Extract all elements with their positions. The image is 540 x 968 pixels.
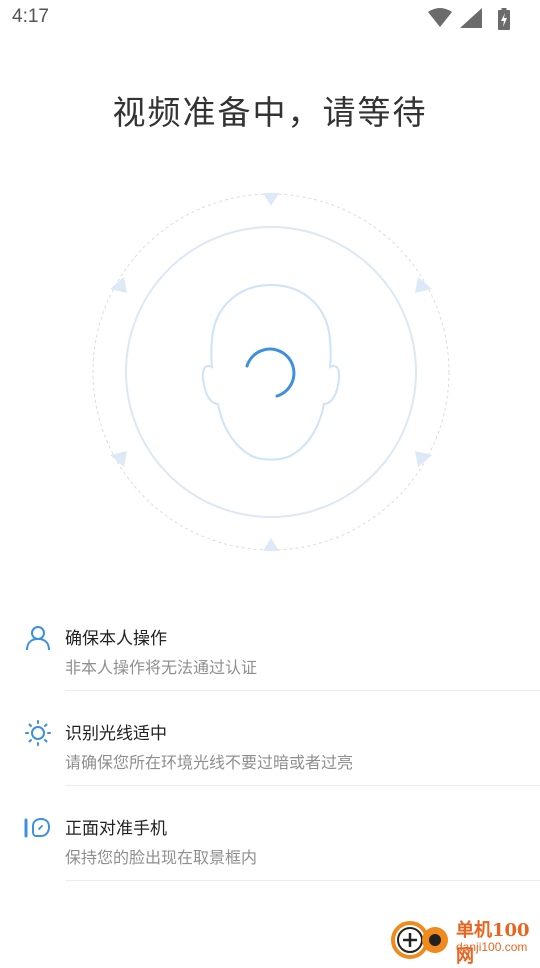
divider <box>65 785 540 786</box>
face-scanner <box>90 191 452 553</box>
tip-item-lighting: 识别光线适中 请确保您所在环境光线不要过暗或者过亮 <box>0 705 540 800</box>
tip-title: 正面对准手机 <box>65 819 167 839</box>
divider <box>65 690 540 691</box>
tip-item-face-phone: 正面对准手机 保持您的脸出现在取景框内 <box>0 800 540 895</box>
person-icon <box>26 626 50 651</box>
page-title: 视频准备中，请等待 <box>112 93 428 132</box>
inner-ring <box>125 226 417 518</box>
outer-dashed-ring <box>92 193 450 551</box>
watermark-url: danji100.com <box>456 940 528 954</box>
cell-signal-icon <box>460 8 482 28</box>
watermark: 单机100网 danji100.com <box>390 912 540 967</box>
tip-title: 确保本人操作 <box>65 629 167 649</box>
status-bar: 4:17 <box>0 0 540 36</box>
tip-desc: 非本人操作将无法通过认证 <box>65 658 258 677</box>
tip-title: 识别光线适中 <box>65 724 167 744</box>
bottom-marker <box>263 538 279 551</box>
loading-spinner-icon <box>245 347 296 398</box>
tip-desc: 保持您的脸出现在取景框内 <box>65 848 258 867</box>
battery-charging-icon <box>498 8 510 30</box>
tip-desc: 请确保您所在环境光线不要过暗或者过亮 <box>65 753 354 772</box>
top-marker <box>263 193 279 206</box>
face-outline-icon <box>201 283 341 461</box>
tip-item-own-operation: 确保本人操作 非本人操作将无法通过认证 <box>0 610 540 705</box>
sun-icon <box>25 720 51 746</box>
wifi-icon <box>428 8 452 27</box>
status-time: 4:17 <box>12 6 49 27</box>
tips-list: 确保本人操作 非本人操作将无法通过认证 识别光线适中 请确保您所在环境光线不要过… <box>0 610 540 895</box>
watermark-logo-icon <box>391 921 448 959</box>
face-phone-icon <box>24 817 51 838</box>
direction-markers <box>110 193 432 551</box>
divider <box>65 880 540 881</box>
